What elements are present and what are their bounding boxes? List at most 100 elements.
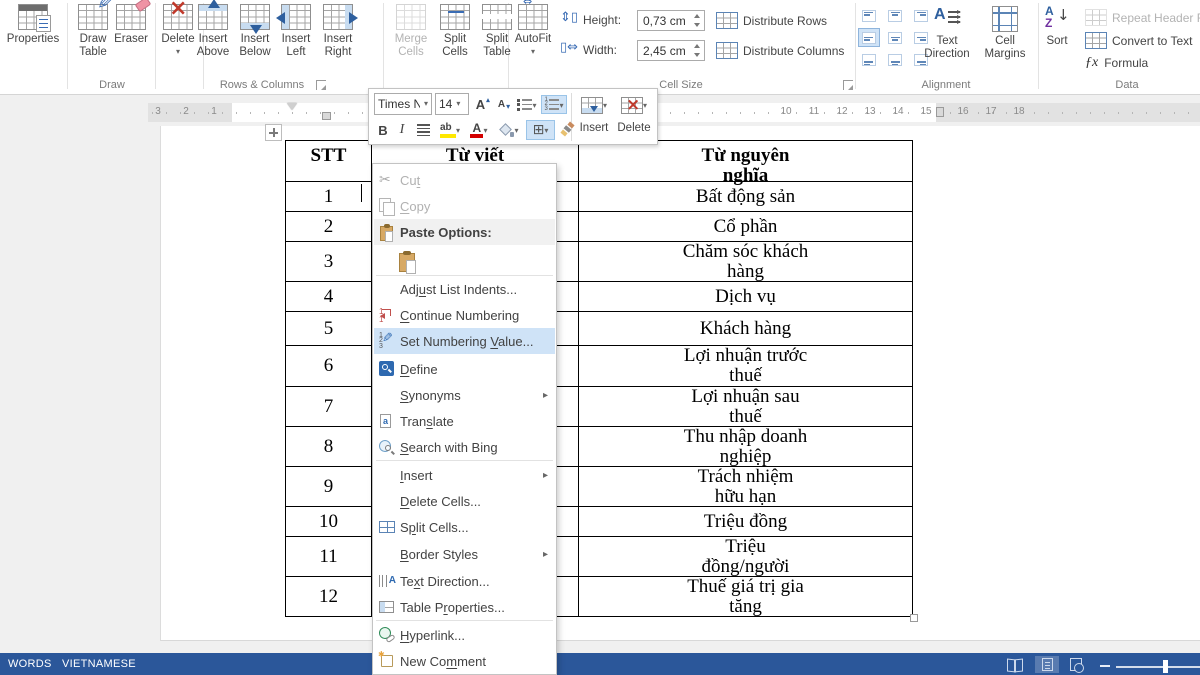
align-top-left-button[interactable] (858, 6, 880, 25)
align-bottom-center-button[interactable] (884, 50, 906, 69)
repeat-header-rows-button[interactable]: Repeat Header Rows (1085, 9, 1200, 26)
stt-cell[interactable]: 5 (286, 312, 372, 346)
stt-cell[interactable]: 3 (286, 242, 372, 282)
menu-item-adjust-list-indents[interactable]: Adjust List Indents... (374, 276, 555, 302)
web-layout-button[interactable] (1064, 656, 1088, 673)
height-input[interactable]: 0,73 cm (637, 10, 705, 31)
autofit-dropdown-arrow[interactable]: ▾ (531, 48, 535, 56)
meaning-cell[interactable]: Bất động sản (579, 182, 913, 212)
meaning-cell[interactable]: Dịch vụ (579, 282, 913, 312)
grow-font-button[interactable]: A▾ (473, 93, 493, 115)
split-cells-button[interactable]: Split Cells (432, 4, 478, 59)
menu-item-translate[interactable]: aTranslate (374, 408, 555, 434)
width-input[interactable]: 2,45 cm (637, 40, 705, 61)
menu-item-table-properties[interactable]: Table Properties... (374, 594, 555, 620)
menu-item-paste-options[interactable]: Paste Options: (374, 219, 555, 245)
rows-columns-dialog-launcher[interactable] (316, 80, 326, 90)
menu-item-define[interactable]: Define (374, 356, 555, 382)
meaning-cell[interactable]: Chăm sóc kháchhàng (579, 242, 913, 282)
menu-item-copy[interactable]: Copy (374, 193, 555, 219)
align-top-center-button[interactable] (884, 6, 906, 25)
bold-button[interactable]: B (375, 120, 391, 140)
borders-button[interactable]: ⊞ ▾ (526, 120, 555, 140)
font-color-button[interactable]: A ▾ (466, 120, 492, 140)
insert-above-button[interactable]: Insert Above (191, 4, 235, 59)
format-painter-button[interactable] (558, 120, 578, 140)
meaning-cell[interactable]: Triệuđồng/người (579, 537, 913, 577)
zoom-out-button[interactable] (1100, 665, 1110, 667)
autofit-button[interactable]: ⇔ AutoFit ▾ (511, 4, 555, 56)
formula-button[interactable]: ƒx Formula (1085, 55, 1148, 71)
table-move-handle[interactable] (265, 124, 282, 141)
align-center-center-button[interactable] (884, 28, 906, 47)
language-label[interactable]: VIETNAMESE (62, 658, 136, 670)
stt-cell[interactable]: 12 (286, 577, 372, 617)
menu-item-border-styles[interactable]: Border Styles▸ (374, 541, 555, 567)
menu-item-cut[interactable]: ✂Cut (374, 167, 555, 193)
stt-cell[interactable]: 1 (286, 182, 372, 212)
font-size-combo[interactable]: 14 ▾ (435, 93, 469, 115)
properties-button[interactable]: Properties (1, 4, 65, 46)
meaning-cell[interactable]: Khách hàng (579, 312, 913, 346)
insert-right-button[interactable]: Insert Right (316, 4, 360, 59)
minibar-delete-button[interactable]: × ▾ (615, 94, 653, 116)
stt-cell[interactable]: 2 (286, 212, 372, 242)
meaning-cell[interactable]: Lợi nhuận trướcthuế (579, 346, 913, 387)
read-mode-button[interactable] (1003, 656, 1027, 673)
menu-item-synonyms[interactable]: Synonyms▸ (374, 382, 555, 408)
font-name-combo[interactable]: Times Ne ▾ (374, 93, 432, 115)
menu-item-split-cells[interactable]: Split Cells... (374, 514, 555, 540)
horizontal-ruler[interactable]: 321101112131415161718 (148, 103, 1200, 122)
sort-button[interactable]: A Z ↓ Sort (1042, 6, 1072, 48)
distribute-rows-button[interactable]: Distribute Rows (716, 12, 827, 29)
italic-button[interactable]: I (395, 120, 409, 140)
align-bottom-left-button[interactable] (858, 50, 880, 69)
stt-cell[interactable]: 10 (286, 507, 372, 537)
paste-icon[interactable] (398, 251, 420, 275)
meaning-cell[interactable]: Cổ phần (579, 212, 913, 242)
cell-size-dialog-launcher[interactable] (843, 80, 853, 90)
align-button[interactable] (413, 120, 433, 140)
meaning-cell[interactable]: Lợi nhuận sauthuế (579, 387, 913, 427)
shading-button[interactable]: ▾ (495, 120, 523, 140)
menu-item-search-with-bing[interactable]: Search with Bing (374, 434, 555, 460)
meaning-cell[interactable]: Thu nhập doanhnghiệp (579, 427, 913, 467)
menu-item-new-comment[interactable]: ✱New Comment (374, 648, 555, 674)
minibar-insert-button[interactable]: ▾ (575, 94, 613, 116)
insert-left-button[interactable]: Insert Left (274, 4, 318, 59)
menu-item-hyperlink[interactable]: Hyperlink... (374, 622, 555, 648)
menu-item-continue-numbering[interactable]: 11Continue Numbering (374, 302, 555, 328)
delete-dropdown-arrow[interactable]: ▾ (176, 48, 180, 56)
stt-cell[interactable]: 6 (286, 346, 372, 387)
meaning-cell[interactable]: Trách nhiệmhữu hạn (579, 467, 913, 507)
header-cell-stt[interactable]: STT (286, 141, 372, 182)
menu-item-delete-cells[interactable]: Delete Cells... (374, 488, 555, 514)
merge-cells-button[interactable]: Merge Cells (388, 4, 434, 59)
bullets-button[interactable]: ▾ (515, 95, 539, 114)
distribute-columns-button[interactable]: Distribute Columns (716, 42, 844, 59)
cell-margins-button[interactable]: Cell Margins (977, 6, 1033, 61)
table-resize-handle[interactable] (910, 614, 918, 622)
header-cell-tu-nguyen-nghia[interactable]: Từ nguyênnghĩa (579, 141, 913, 182)
meaning-cell[interactable]: Thuế giá trị giatăng (579, 577, 913, 617)
width-stepper[interactable] (691, 42, 702, 59)
stt-cell[interactable]: 9 (286, 467, 372, 507)
menu-item-insert[interactable]: Insert▸ (374, 462, 555, 488)
menu-item-set-numbering-value[interactable]: 123✎Set Numbering Value... (374, 328, 555, 354)
highlight-button[interactable]: ab ▾ (436, 120, 464, 140)
meaning-cell[interactable]: Triệu đồng (579, 507, 913, 537)
height-stepper[interactable] (691, 12, 702, 29)
zoom-slider-thumb[interactable] (1163, 660, 1168, 673)
convert-to-text-button[interactable]: Convert to Text (1085, 32, 1192, 49)
word-count-label[interactable]: WORDS (8, 658, 52, 670)
numbering-button[interactable]: 1 2 3 ▾ (541, 95, 567, 114)
stt-cell[interactable]: 4 (286, 282, 372, 312)
stt-cell[interactable]: 8 (286, 427, 372, 467)
stt-cell[interactable]: 11 (286, 537, 372, 577)
insert-below-button[interactable]: Insert Below (233, 4, 277, 59)
shrink-font-button[interactable]: A▾ (495, 93, 513, 115)
align-center-left-button[interactable] (858, 28, 880, 47)
eraser-button[interactable]: Eraser (109, 4, 153, 46)
stt-cell[interactable]: 7 (286, 387, 372, 427)
menu-item-text-direction[interactable]: AText Direction... (374, 568, 555, 594)
